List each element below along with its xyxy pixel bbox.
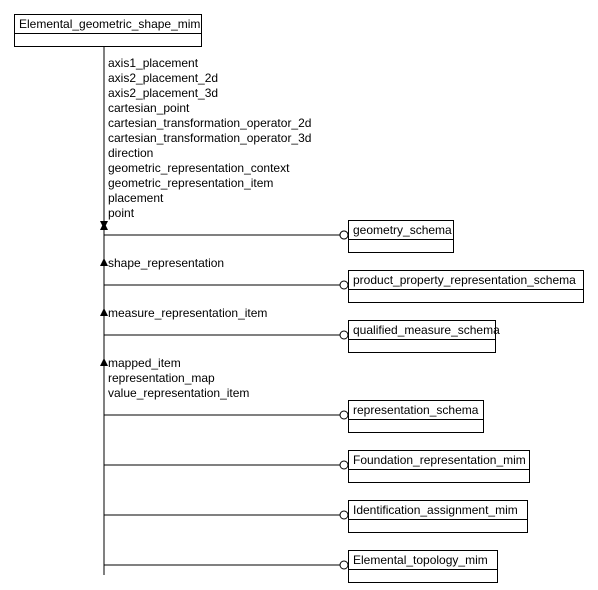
main-schema-lower xyxy=(15,34,201,46)
attr: axis1_placement xyxy=(108,56,311,71)
attr: cartesian_transformation_operator_3d xyxy=(108,131,311,146)
target-label: representation_schema xyxy=(349,401,483,420)
target-box-4: Foundation_representation_mim xyxy=(348,450,530,483)
attr: measure_representation_item xyxy=(108,306,267,321)
attr: mapped_item xyxy=(108,356,249,371)
attr: geometric_representation_item xyxy=(108,176,311,191)
attrs-group-3: mapped_item representation_map value_rep… xyxy=(108,356,249,401)
target-label: product_property_representation_schema xyxy=(349,271,583,290)
attr: shape_representation xyxy=(108,256,224,271)
attr: axis2_placement_3d xyxy=(108,86,311,101)
target-box-2: qualified_measure_schema xyxy=(348,320,496,353)
main-schema-label: Elemental_geometric_shape_mim xyxy=(15,15,201,34)
target-label: qualified_measure_schema xyxy=(349,321,495,340)
attr: geometric_representation_context xyxy=(108,161,311,176)
attr: direction xyxy=(108,146,311,161)
attrs-group-0: axis1_placement axis2_placement_2d axis2… xyxy=(108,56,311,221)
target-box-1: product_property_representation_schema xyxy=(348,270,584,303)
target-label: Elemental_topology_mim xyxy=(349,551,497,570)
attr: cartesian_point xyxy=(108,101,311,116)
attr: placement xyxy=(108,191,311,206)
attrs-group-2: measure_representation_item xyxy=(108,306,267,321)
target-label: geometry_schema xyxy=(349,221,453,240)
attr: axis2_placement_2d xyxy=(108,71,311,86)
main-schema-box: Elemental_geometric_shape_mim xyxy=(14,14,202,47)
attrs-group-1: shape_representation xyxy=(108,256,224,271)
target-box-5: Identification_assignment_mim xyxy=(348,500,528,533)
attr: cartesian_transformation_operator_2d xyxy=(108,116,311,131)
target-box-0: geometry_schema xyxy=(348,220,454,253)
target-box-3: representation_schema xyxy=(348,400,484,433)
attr: point xyxy=(108,206,311,221)
attr: representation_map xyxy=(108,371,249,386)
target-label: Foundation_representation_mim xyxy=(349,451,529,470)
target-label: Identification_assignment_mim xyxy=(349,501,527,520)
target-box-6: Elemental_topology_mim xyxy=(348,550,498,583)
attr: value_representation_item xyxy=(108,386,249,401)
